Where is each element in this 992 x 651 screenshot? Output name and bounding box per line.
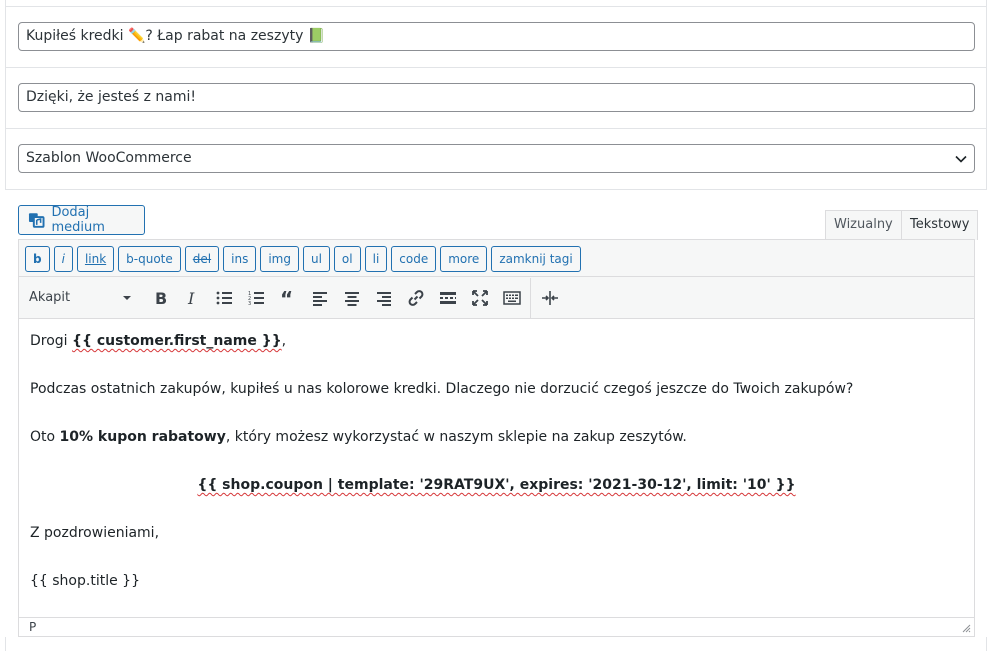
media-icon bbox=[28, 213, 45, 228]
align-center-icon bbox=[345, 291, 359, 306]
format-toolbar: Akapit B I 123 “ bbox=[19, 277, 974, 319]
toolbar-separator bbox=[530, 277, 531, 318]
fullscreen-button[interactable] bbox=[464, 283, 496, 313]
heading-input[interactable]: Dzięki, że jesteś z nami! bbox=[18, 83, 975, 112]
qt-more-button[interactable]: more bbox=[440, 246, 488, 272]
greeting-paragraph: Drogi {{ customer.first_name }}, bbox=[30, 333, 287, 349]
fullscreen-icon bbox=[472, 289, 488, 306]
align-left-button[interactable] bbox=[304, 283, 336, 313]
align-left-icon bbox=[313, 291, 327, 306]
svg-text:B: B bbox=[155, 289, 167, 307]
read-more-button[interactable] bbox=[432, 283, 464, 313]
template-select[interactable]: Szablon WooCommerce bbox=[18, 144, 975, 173]
chevron-down-icon bbox=[955, 155, 967, 163]
qt-ol-button[interactable]: ol bbox=[333, 246, 361, 272]
qt-code-button[interactable]: code bbox=[391, 246, 437, 272]
add-media-button[interactable]: Dodaj medium bbox=[18, 205, 145, 235]
qt-link-button[interactable]: link bbox=[76, 246, 115, 272]
keyboard-icon bbox=[503, 290, 521, 305]
link-icon bbox=[408, 289, 424, 306]
bullet-list-icon bbox=[216, 291, 232, 304]
svg-text:3: 3 bbox=[248, 301, 251, 307]
closing-paragraph: Z pozdrowieniami, bbox=[30, 525, 160, 541]
qt-italic-button[interactable]: i bbox=[53, 246, 73, 272]
coupon-shortcode: {{ shop.coupon | template: '29RAT9UX', e… bbox=[197, 477, 796, 493]
qt-blockquote-button[interactable]: b-quote bbox=[118, 246, 181, 272]
editor: b i link b-quote del ins img ul ol li co… bbox=[18, 239, 975, 637]
signature-paragraph: {{ shop.title }} bbox=[30, 573, 140, 589]
paragraph-format-value: Akapit bbox=[29, 290, 71, 305]
bullet-list-button[interactable] bbox=[208, 283, 240, 313]
qt-bold-button[interactable]: b bbox=[25, 246, 50, 272]
svg-text:I: I bbox=[187, 289, 195, 307]
paragraph-format-select[interactable]: Akapit bbox=[24, 286, 136, 310]
align-right-icon bbox=[377, 291, 391, 306]
italic-button[interactable]: I bbox=[176, 283, 208, 313]
intro-paragraph: Podczas ostatnich zakupów, kupiłeś u nas… bbox=[30, 381, 854, 397]
editor-content[interactable]: Drogi {{ customer.first_name }}, Podczas… bbox=[19, 319, 974, 618]
split-icon bbox=[542, 290, 558, 305]
quote-icon: “ bbox=[280, 289, 293, 307]
svg-text:“: “ bbox=[280, 289, 293, 307]
align-center-button[interactable] bbox=[336, 283, 368, 313]
resize-handle-icon[interactable] bbox=[962, 624, 971, 633]
qt-close-tags-button[interactable]: zamknij tagi bbox=[491, 246, 581, 272]
italic-icon: I bbox=[187, 289, 195, 307]
status-bar: P bbox=[19, 617, 974, 636]
numbered-list-button[interactable]: 123 bbox=[240, 283, 272, 313]
insert-link-button[interactable] bbox=[400, 283, 432, 313]
qt-ins-button[interactable]: ins bbox=[223, 246, 257, 272]
bold-icon: B bbox=[155, 289, 167, 307]
numbered-list-icon: 123 bbox=[248, 291, 264, 307]
caret-down-icon bbox=[123, 295, 131, 300]
customer-name-variable: {{ customer.first_name }} bbox=[72, 333, 282, 349]
blockquote-button[interactable]: “ bbox=[272, 283, 304, 313]
bold-button[interactable]: B bbox=[144, 283, 176, 313]
qt-del-button[interactable]: del bbox=[184, 246, 220, 272]
subject-input[interactable]: Kupiłeś kredki ✏️? Łap rabat na zeszyty … bbox=[18, 22, 975, 51]
add-media-label: Dodaj medium bbox=[51, 205, 105, 235]
align-right-button[interactable] bbox=[368, 283, 400, 313]
read-more-icon bbox=[440, 291, 456, 304]
qt-li-button[interactable]: li bbox=[364, 246, 388, 272]
tab-visual[interactable]: Wizualny bbox=[825, 210, 902, 239]
quicktags-toolbar: b i link b-quote del ins img ul ol li co… bbox=[19, 240, 974, 277]
coupon-info-paragraph: Oto 10% kupon rabatowy, który możesz wyk… bbox=[30, 429, 687, 445]
qt-ul-button[interactable]: ul bbox=[302, 246, 330, 272]
horizontal-split-button[interactable] bbox=[534, 283, 566, 313]
tab-text[interactable]: Tekstowy bbox=[901, 210, 979, 240]
toolbar-toggle-button[interactable] bbox=[496, 283, 528, 313]
coupon-highlight: 10% kupon rabatowy bbox=[59, 429, 226, 445]
qt-img-button[interactable]: img bbox=[260, 246, 299, 272]
element-path[interactable]: P bbox=[29, 620, 36, 634]
template-select-value: Szablon WooCommerce bbox=[26, 150, 192, 166]
